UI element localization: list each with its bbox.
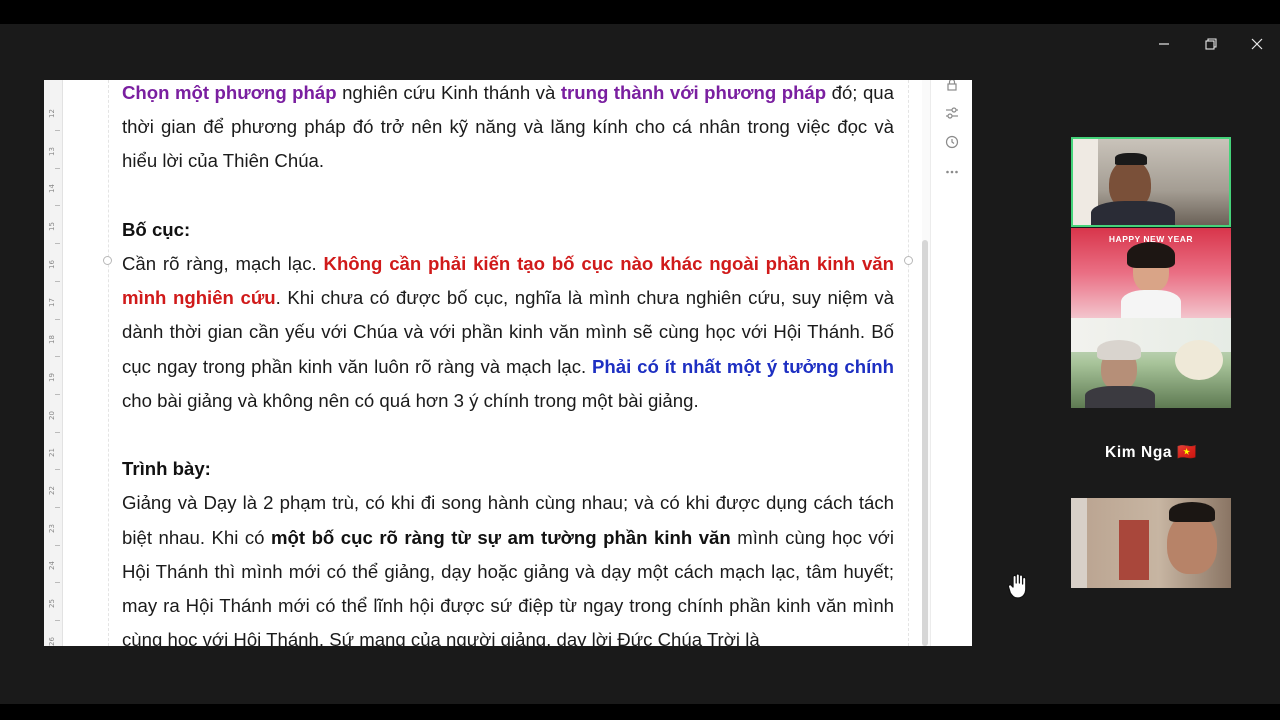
margin-guide-left	[108, 80, 109, 646]
heading-bo-cuc: Bố cục:	[122, 213, 894, 247]
paragraph-structure: Cần rõ ràng, mạch lạc. Không cần phải ki…	[122, 247, 894, 418]
highlight-faithful-method: trung thành với phương pháp	[560, 82, 827, 103]
ruler-number: 19	[48, 372, 56, 382]
ruler-number: 22	[48, 486, 56, 495]
participant-name-label: Kim Nga 🇻🇳	[1105, 444, 1197, 461]
document-body[interactable]: Chọn một phương pháp nghiên cứu Kinh thá…	[122, 80, 894, 646]
ruler-mark	[55, 356, 60, 358]
highlight-main-idea: Phải có ít nhất một ý tưởng chính	[592, 355, 895, 377]
ruler-mark	[55, 243, 60, 245]
ruler-number: 24	[48, 561, 56, 571]
ruler-mark	[55, 431, 60, 433]
lock-icon[interactable]	[945, 80, 959, 92]
sliders-icon[interactable]	[945, 106, 959, 120]
text-span: cho bài giảng và không nên có quá hơn 3 …	[122, 389, 699, 411]
ruler-number: 17	[48, 297, 56, 307]
ruler-number: 14	[48, 184, 56, 194]
block-handle-left[interactable]	[103, 256, 112, 265]
participant-video-4[interactable]	[1071, 498, 1231, 588]
text-span: Cần rõ ràng, mạch lạc.	[122, 253, 324, 274]
ruler-number: 20	[48, 410, 56, 420]
paragraph-presentation: Giảng và Dạy là 2 phạm trù, có khi đi so…	[122, 486, 894, 646]
participant-video-3[interactable]	[1071, 318, 1231, 408]
scrollbar-thumb[interactable]	[922, 240, 928, 646]
history-icon[interactable]	[945, 135, 959, 149]
block-handle-right[interactable]	[904, 256, 913, 265]
participant-video-1[interactable]	[1071, 137, 1231, 227]
ruler-mark	[55, 469, 60, 471]
ruler-mark	[55, 582, 60, 584]
ruler-number: 13	[48, 146, 56, 156]
restore-icon[interactable]	[1197, 32, 1225, 56]
paragraph-method: Chọn một phương pháp nghiên cứu Kinh thá…	[122, 80, 894, 179]
ruler-number: 16	[48, 259, 56, 269]
minimize-icon[interactable]	[1150, 32, 1178, 56]
ruler-mark	[55, 507, 60, 508]
heading-trinh-bay: Trình bày:	[122, 452, 894, 486]
heading-text: Trình bày:	[122, 458, 211, 480]
margin-guide-right	[908, 80, 909, 646]
ruler-mark	[55, 280, 60, 282]
raise-hand-icon[interactable]	[1006, 572, 1032, 600]
ruler-mark	[55, 544, 60, 546]
ruler-number: 21	[48, 448, 56, 458]
ruler-number: 18	[48, 335, 56, 345]
ruler-number: 12	[48, 109, 56, 118]
heading-text: Bố cục:	[122, 218, 191, 240]
vertical-ruler: 12 13 14 15 16 17 18 19 20 21 22 23 24 25 26	[44, 80, 63, 646]
ruler-mark	[55, 205, 60, 207]
bottom-black-bar	[0, 704, 1280, 720]
close-icon[interactable]	[1243, 32, 1271, 56]
highlight-clear-structure: một bố cục rõ ràng từ sự am tường phần k…	[271, 526, 731, 548]
ruler-number: 26	[48, 636, 56, 646]
ruler-mark	[55, 393, 60, 395]
text-span: nghiên cứu Kinh thánh và	[336, 82, 561, 103]
side-toolbar	[930, 80, 972, 646]
more-icon[interactable]	[945, 165, 959, 179]
highlight-choose-method: Chọn một phương pháp	[122, 82, 337, 103]
ruler-number: 25	[48, 599, 56, 609]
ruler-mark	[55, 167, 60, 169]
participant-video-2[interactable]: HAPPY NEW YEAR	[1071, 228, 1231, 318]
ruler-mark	[55, 130, 60, 131]
ruler-number: 23	[48, 523, 56, 533]
ruler-mark	[55, 620, 60, 622]
top-black-bar	[0, 0, 1280, 24]
ruler-mark	[55, 318, 60, 320]
shared-document: 12 13 14 15 16 17 18 19 20 21 22 23 24 25 26 Chọn một …	[44, 80, 972, 646]
ruler-number: 15	[48, 222, 56, 232]
